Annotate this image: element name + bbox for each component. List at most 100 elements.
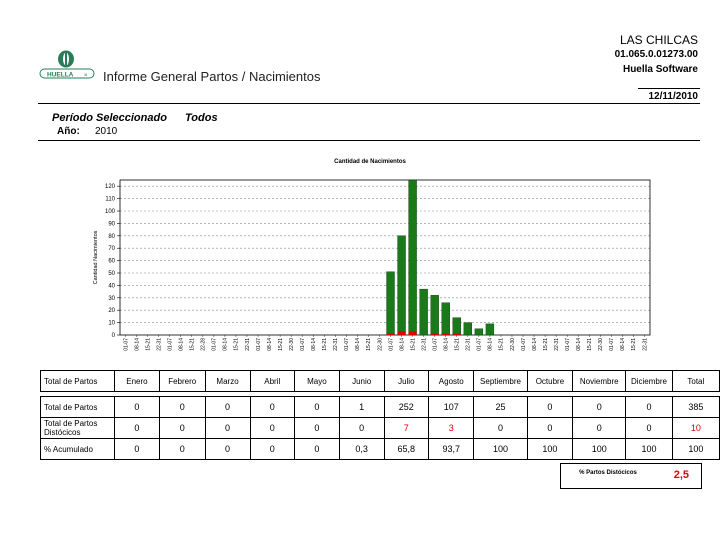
- y-tick-label: 70: [108, 246, 115, 252]
- distocico-bar: [452, 333, 461, 335]
- bar: [452, 317, 461, 336]
- header-divider: [38, 103, 700, 104]
- bar: [397, 235, 406, 336]
- distocico-bar: [430, 333, 439, 335]
- x-tick-label: 01-07: [123, 338, 129, 351]
- x-tick-label: 01-07: [300, 338, 306, 351]
- value-cell: 100: [526, 438, 574, 460]
- value-cell: 0: [158, 396, 206, 418]
- header-cell: Septiembre: [473, 370, 528, 392]
- births-table: Total de Partos Enero Febrero Marzo Abril May…: [40, 370, 720, 460]
- value-cell: 0: [204, 438, 251, 460]
- header-cell: Junio: [338, 370, 385, 392]
- value-cell: 0: [158, 438, 206, 460]
- value-cell: 93,7: [428, 438, 475, 460]
- software-name: Huella Software: [622, 64, 698, 75]
- distocico-bar: [408, 331, 417, 335]
- huella-logo: HUELLA »: [39, 50, 95, 79]
- bar: [463, 322, 472, 336]
- row-label: Total de Partos Distócicos: [40, 417, 115, 439]
- bar: [441, 302, 450, 336]
- y-tick-label: 40: [108, 283, 115, 289]
- report-date: 12/11/2010: [648, 91, 699, 102]
- header-cell: Mayo: [294, 370, 340, 392]
- distocico-bar: [386, 333, 395, 335]
- value-cell: 3: [428, 417, 475, 439]
- value-cell: 0: [625, 417, 673, 439]
- bar: [430, 295, 439, 336]
- x-tick-label: 08-14: [620, 338, 626, 351]
- x-tick-label: 15-21: [322, 338, 328, 351]
- x-tick-label: 15-21: [234, 338, 240, 351]
- x-tick-label: 22-30: [598, 338, 604, 351]
- x-tick-label: 01-07: [521, 338, 527, 351]
- x-tick-label: 15-21: [410, 338, 416, 351]
- header-cell: Julio: [383, 370, 430, 392]
- value-cell: 0: [249, 396, 296, 418]
- value-cell: 100: [625, 438, 673, 460]
- y-axis-label: Cantidad Nacimientos: [93, 230, 99, 284]
- value-cell: 0: [113, 438, 160, 460]
- y-tick-label: 100: [105, 209, 116, 215]
- y-tick-label: 0: [112, 333, 116, 339]
- x-tick-label: 08-14: [576, 338, 582, 351]
- bar: [474, 328, 484, 336]
- y-tick-label: 60: [108, 259, 115, 265]
- value-cell: 100: [572, 438, 627, 460]
- x-tick-label: 15-21: [587, 338, 593, 351]
- y-tick-label: 120: [105, 184, 116, 190]
- bar: [485, 323, 495, 336]
- distocico-bar: [441, 333, 450, 335]
- x-tick-label: 01-07: [388, 338, 394, 351]
- year-label: Año:: [57, 126, 80, 137]
- x-tick-label: 15-21: [145, 338, 151, 351]
- distocicos-pct-value: 2,5: [673, 469, 689, 481]
- period-label: Período Seleccionado: [52, 112, 167, 124]
- y-tick-label: 10: [108, 321, 115, 327]
- x-tick-label: 08-14: [444, 338, 450, 351]
- header-cell: Marzo: [204, 370, 251, 392]
- x-tick-label: 22-30: [377, 338, 383, 351]
- header-cell: Abril: [249, 370, 296, 392]
- company-name: LAS CHILCAS: [619, 33, 698, 47]
- x-tick-label: 22-31: [156, 338, 162, 351]
- table-row-distocicos: Total de Partos Distócicos 0 0 0 0 0 0 7 3 0 0 0 0 10: [40, 417, 720, 439]
- x-tick-label: 22-28: [201, 338, 207, 351]
- header-cell: Agosto: [428, 370, 475, 392]
- x-tick-label: 01-07: [167, 338, 173, 351]
- period-value: Todos: [185, 112, 218, 124]
- births-chart: 0 10 20 30 40 50 60 70 80 90 100 110 120 Cantidad Nac…: [93, 179, 651, 351]
- x-tick-label: 01-07: [565, 338, 571, 351]
- x-tick-label: 22-31: [642, 338, 648, 351]
- x-tick-label: 15-21: [455, 338, 461, 351]
- x-tick-label: 01-07: [477, 338, 483, 351]
- value-cell: 0: [572, 417, 627, 439]
- value-cell: 107: [428, 396, 475, 418]
- value-cell: 0: [338, 417, 385, 439]
- x-tick-label: 22-31: [466, 338, 472, 351]
- value-cell: 0: [249, 417, 296, 439]
- value-cell: 10: [671, 417, 720, 439]
- value-cell: 0: [204, 417, 251, 439]
- report-title: Informe General Partos / Nacimientos: [103, 69, 321, 84]
- y-tick-label: 50: [108, 271, 115, 277]
- value-cell: 0: [526, 417, 574, 439]
- header-cell: Diciembre: [625, 370, 673, 392]
- x-tick-label: 22-30: [510, 338, 516, 351]
- y-tick-label: 90: [108, 221, 115, 227]
- date-rule: [638, 88, 700, 89]
- year-value: 2010: [95, 126, 118, 137]
- value-cell: 100: [473, 438, 528, 460]
- x-tick-label: 22-31: [333, 338, 339, 351]
- x-tick-label: 08-14: [179, 338, 185, 351]
- logo-text: HUELLA: [47, 72, 74, 79]
- header-cell: Octubre: [526, 370, 574, 392]
- y-tick-label: 80: [108, 234, 115, 240]
- x-tick-label: 01-07: [344, 338, 350, 351]
- y-tick-label: 30: [108, 296, 115, 302]
- x-tick-label: 01-07: [256, 338, 262, 351]
- value-cell: 385: [671, 396, 720, 418]
- x-tick-label: 22-31: [245, 338, 251, 351]
- value-cell: 0: [473, 417, 528, 439]
- x-tick-label: 22-30: [289, 338, 295, 351]
